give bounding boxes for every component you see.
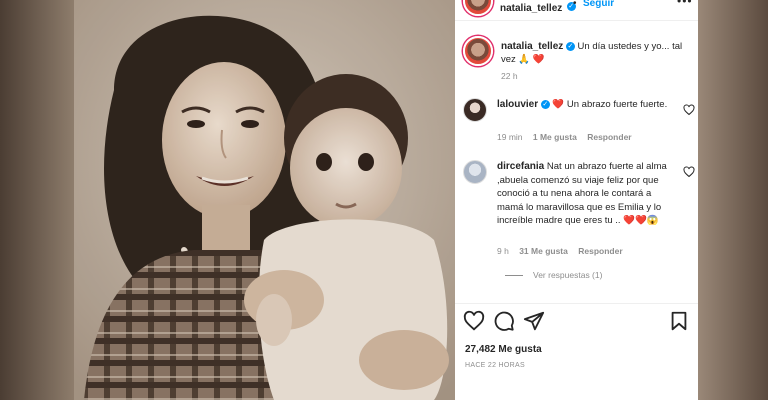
comment-item: dircefania Nat un abrazo fuerte al alma … bbox=[463, 160, 695, 260]
comment-text-block: dircefania Nat un abrazo fuerte al alma … bbox=[497, 160, 672, 228]
comment-likes[interactable]: 1 Me gusta bbox=[533, 132, 577, 142]
comment-avatar[interactable] bbox=[463, 98, 487, 122]
comment-meta: 9 h 31 Me gusta Responder bbox=[497, 246, 631, 256]
likes-count[interactable]: 27,482 Me gusta bbox=[465, 344, 542, 355]
follow-button[interactable]: Seguir bbox=[583, 0, 614, 9]
post-actions-bar bbox=[455, 310, 698, 334]
share-paper-plane-icon[interactable] bbox=[523, 310, 545, 332]
vintage-photo-illustration bbox=[74, 0, 455, 400]
verified-badge-icon: ✓ bbox=[565, 41, 575, 51]
comment-bubble-icon[interactable] bbox=[493, 310, 515, 332]
comment-time[interactable]: 19 min bbox=[497, 132, 523, 142]
verified-badge-icon: ✓ bbox=[540, 99, 550, 109]
comment-item: lalouvier ✓ ❤️ Un abrazo fuerte fuerte. … bbox=[463, 98, 695, 148]
comment-username[interactable]: lalouvier bbox=[497, 99, 538, 110]
comment-text-block: lalouvier ✓ ❤️ Un abrazo fuerte fuerte. bbox=[497, 98, 672, 112]
caption-text-block: natalia_tellez ✓ Un día ustedes y yo... … bbox=[501, 40, 691, 66]
caption-timestamp[interactable]: 22 h bbox=[501, 71, 518, 81]
view-replies-label: Ver respuestas (1) bbox=[533, 270, 603, 280]
post-photo[interactable] bbox=[74, 0, 455, 400]
actions-divider bbox=[455, 303, 698, 304]
caption-avatar[interactable] bbox=[463, 36, 493, 66]
background-right bbox=[698, 0, 768, 400]
post-side-panel: natalia_tellez ✓ • Seguir ••• natalia_te… bbox=[455, 0, 698, 400]
comment-avatar[interactable] bbox=[463, 160, 487, 184]
comment-likes[interactable]: 31 Me gusta bbox=[519, 246, 568, 256]
post-date[interactable]: HACE 22 HORAS bbox=[465, 362, 525, 369]
caption-username[interactable]: natalia_tellez bbox=[501, 41, 563, 52]
comment-text: ❤️ Un abrazo fuerte fuerte. bbox=[552, 99, 668, 110]
comment-username[interactable]: dircefania bbox=[497, 161, 544, 172]
author-avatar[interactable] bbox=[463, 0, 493, 16]
background-left bbox=[0, 0, 74, 400]
reply-button[interactable]: Responder bbox=[587, 132, 631, 142]
comment-time[interactable]: 9 h bbox=[497, 246, 509, 256]
reply-button[interactable]: Responder bbox=[578, 246, 622, 256]
comment-meta: 19 min 1 Me gusta Responder bbox=[497, 132, 640, 142]
like-heart-icon[interactable] bbox=[463, 310, 485, 332]
header-separator: • bbox=[573, 0, 577, 9]
like-comment-heart-icon[interactable] bbox=[683, 166, 695, 178]
view-replies-button[interactable]: Ver respuestas (1) bbox=[505, 270, 602, 280]
more-options-icon[interactable]: ••• bbox=[677, 0, 693, 8]
save-bookmark-icon[interactable] bbox=[668, 310, 690, 332]
author-username[interactable]: natalia_tellez bbox=[500, 3, 562, 14]
like-comment-heart-icon[interactable] bbox=[683, 104, 695, 116]
author-username-row: natalia_tellez ✓ bbox=[500, 0, 576, 16]
post-header: natalia_tellez ✓ • Seguir ••• bbox=[455, 0, 698, 21]
replies-line bbox=[505, 275, 523, 277]
